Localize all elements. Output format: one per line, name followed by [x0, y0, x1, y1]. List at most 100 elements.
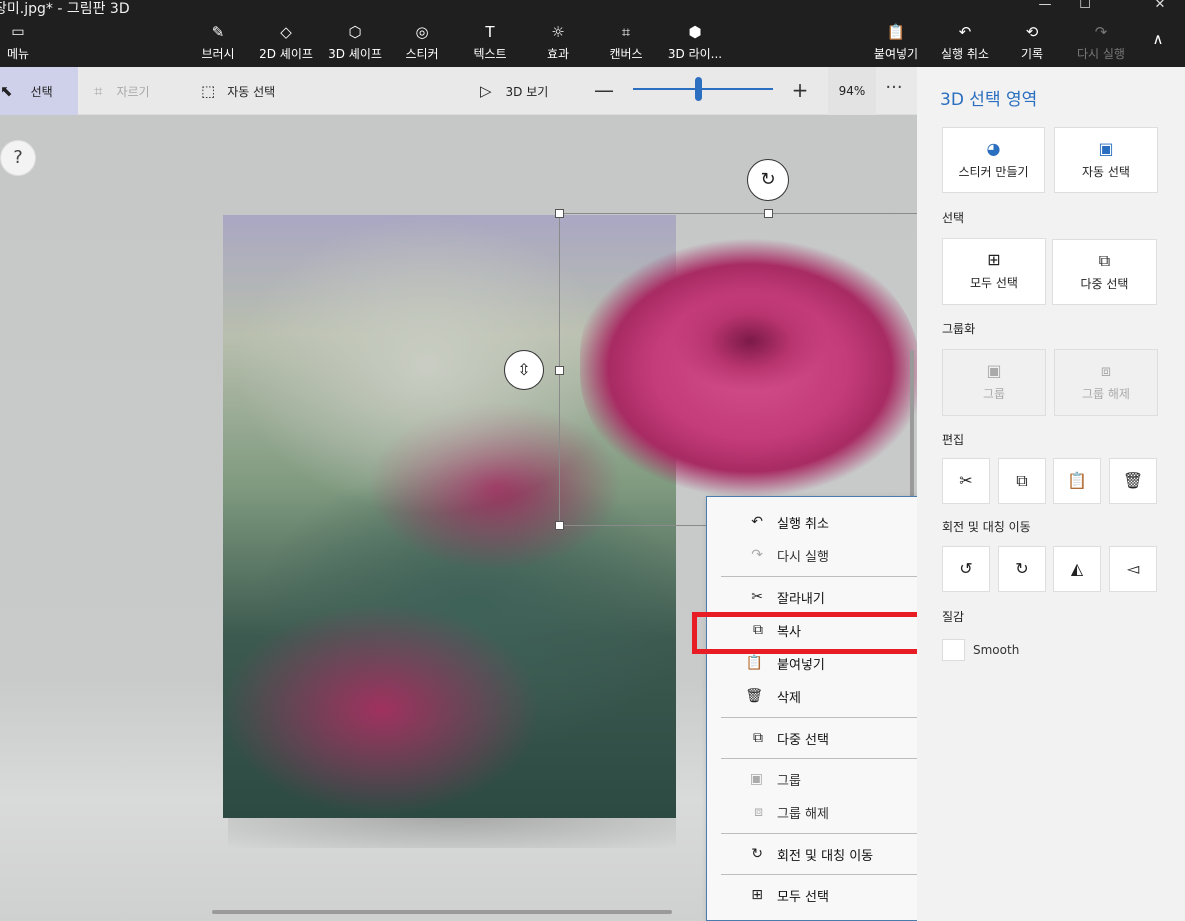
group-icon: ▣: [986, 361, 1002, 380]
minimize-button[interactable]: —: [1025, 0, 1065, 15]
flip-horizontal-icon[interactable]: ◭: [1053, 546, 1101, 592]
canvas-tool-button[interactable]: ⌗ 캔버스: [605, 22, 647, 64]
canvas-icon: ⌗: [621, 23, 631, 41]
ctx-group[interactable]: ▣ 그룹: [707, 764, 938, 794]
ctx-select-all[interactable]: ⊞ 모두 선택: [707, 880, 938, 910]
panel-magic-select-button[interactable]: ▣ 자동 선택: [1054, 127, 1158, 193]
paste-icon: 📋: [886, 23, 906, 41]
depth-handle-icon[interactable]: ⇳: [504, 350, 544, 390]
paste-icon[interactable]: 📋: [1053, 458, 1101, 504]
history-button[interactable]: ⟲ 기록: [1016, 22, 1048, 64]
effects-tool-button[interactable]: ☼ 효과: [541, 22, 575, 64]
ungroup-button[interactable]: ⧈ 그룹 해제: [1054, 349, 1158, 416]
ctx-cut[interactable]: ✂ 잘라내기: [707, 582, 938, 612]
magic-select-tool[interactable]: ⬚ 자동 선택: [201, 67, 275, 115]
multi-select-icon: ⧉: [753, 730, 763, 746]
3d-library-label: 3D 라이...: [667, 47, 723, 61]
vertical-scrollbar[interactable]: [910, 350, 914, 500]
select-tool[interactable]: ⬉ 선택: [0, 67, 78, 115]
make-sticker-button[interactable]: ◕ 스티커 만들기: [942, 127, 1045, 193]
ctx-select-all-label: 모두 선택: [777, 889, 829, 905]
rotate-right-icon[interactable]: ↻: [998, 546, 1046, 592]
multi-select-button[interactable]: ⧉ 다중 선택: [1052, 239, 1157, 305]
select-all-button[interactable]: ⊞ 모두 선택: [942, 238, 1046, 305]
crop-label: 자르기: [116, 84, 150, 99]
3d-view-toggle[interactable]: ▷ 3D 보기: [480, 67, 548, 115]
select-label: 선택: [30, 84, 53, 99]
ungroup-icon: ⧈: [754, 804, 763, 820]
group-label: 그룹: [982, 387, 1006, 401]
ungroup-label: 그룹 해제: [1082, 387, 1130, 401]
section-texture-label: 질감: [942, 610, 965, 624]
ctx-ungroup[interactable]: ⧈ 그룹 해제: [707, 797, 938, 827]
undo-icon: ↶: [958, 23, 972, 41]
zoom-slider-thumb[interactable]: [695, 77, 702, 101]
resize-handle-left[interactable]: [555, 366, 564, 375]
ctx-delete[interactable]: 🗑 삭제: [707, 681, 938, 711]
undo-label: 실행 취소: [941, 47, 989, 61]
title-bar: 장미.jpg* - 그림판 3D — ☐ ✕ ▭ 메뉴 ✎ 브러시 ◇ 2D 셰…: [0, 0, 1185, 67]
section-rotate-label: 회전 및 대칭 이동: [942, 520, 1031, 534]
menu-button[interactable]: ▭ 메뉴: [0, 22, 36, 64]
redo-button[interactable]: ↷ 다시 실행: [1072, 22, 1130, 64]
group-icon: ▣: [749, 771, 763, 787]
ctx-rotate-flip[interactable]: ↻ 회전 및 대칭 이동 ›: [707, 839, 938, 869]
panel-title: 3D 선택 영역: [940, 90, 1038, 110]
paste-button[interactable]: 📋 붙여넣기: [871, 22, 921, 64]
copy-highlight-annotation: [692, 612, 936, 654]
panel-magic-select-label: 자동 선택: [1082, 165, 1130, 179]
horizontal-scrollbar[interactable]: [212, 910, 672, 914]
copy-icon[interactable]: ⧉: [998, 458, 1046, 504]
rotate-handle-icon[interactable]: ↻: [747, 159, 789, 201]
help-button[interactable]: ?: [0, 140, 36, 176]
folder-icon: ▭: [11, 24, 25, 40]
select-all-icon: ⊞: [987, 250, 1001, 269]
more-options-button[interactable]: ···: [878, 77, 910, 105]
texture-checkbox[interactable]: [942, 639, 965, 661]
rotate-left-icon[interactable]: ↺: [942, 546, 990, 592]
effects-icon: ☼: [551, 23, 565, 41]
zoom-in-button[interactable]: +: [788, 78, 812, 102]
ctx-multi-select[interactable]: ⧉ 다중 선택: [707, 723, 938, 753]
close-button[interactable]: ✕: [1140, 0, 1180, 15]
multi-select-label: 다중 선택: [1080, 277, 1129, 291]
2d-shapes-tool-button[interactable]: ◇ 2D 셰이프: [256, 22, 316, 64]
redo-icon: ↷: [1094, 23, 1108, 41]
ctx-undo-label: 실행 취소: [777, 516, 829, 532]
undo-button[interactable]: ↶ 실행 취소: [937, 22, 993, 64]
selection-box[interactable]: [559, 213, 919, 526]
select-all-label: 모두 선택: [970, 276, 1018, 290]
3d-library-tool-button[interactable]: ⬢ 3D 라이...: [667, 22, 723, 64]
paste-icon: 📋: [745, 655, 763, 671]
brush-tool-button[interactable]: ✎ 브러시: [198, 22, 238, 64]
ctx-redo[interactable]: ↷ 다시 실행: [707, 540, 938, 570]
resize-handle-top[interactable]: [764, 209, 773, 218]
3d-shapes-tool-button[interactable]: ⬡ 3D 셰이프: [325, 22, 385, 64]
group-button[interactable]: ▣ 그룹: [942, 349, 1046, 416]
crop-tool[interactable]: ⌗ 자르기: [94, 67, 150, 115]
text-tool-button[interactable]: T 텍스트: [469, 22, 511, 64]
magic-select-icon: ▣: [1098, 139, 1114, 158]
text-icon: T: [485, 23, 495, 41]
collapse-toolbar-button[interactable]: ∧: [1146, 30, 1170, 72]
multi-select-icon: ⧉: [1098, 251, 1111, 270]
sticker-icon: ◕: [986, 139, 1001, 158]
flip-vertical-icon[interactable]: ◅: [1109, 546, 1157, 592]
brush-label: 브러시: [201, 47, 235, 61]
zoom-slider-track[interactable]: [633, 88, 773, 90]
magic-select-label: 자동 선택: [227, 84, 276, 99]
ctx-undo[interactable]: ↶ 실행 취소: [707, 507, 938, 537]
cut-icon[interactable]: ✂: [942, 458, 990, 504]
resize-handle-top-left[interactable]: [555, 209, 564, 218]
maximize-button[interactable]: ☐: [1065, 0, 1105, 15]
make-sticker-label: 스티커 만들기: [958, 165, 1029, 179]
zoom-out-button[interactable]: —: [592, 78, 616, 102]
delete-icon[interactable]: 🗑: [1109, 458, 1157, 504]
resize-handle-bottom-left[interactable]: [555, 521, 564, 530]
crop-icon: ⌗: [94, 82, 103, 100]
stickers-tool-button[interactable]: ◎ 스티커: [401, 22, 443, 64]
ctx-multi-select-label: 다중 선택: [777, 732, 829, 748]
zoom-value[interactable]: 94%: [828, 67, 876, 115]
effects-label: 효과: [546, 47, 570, 61]
redo-icon: ↷: [751, 547, 763, 563]
